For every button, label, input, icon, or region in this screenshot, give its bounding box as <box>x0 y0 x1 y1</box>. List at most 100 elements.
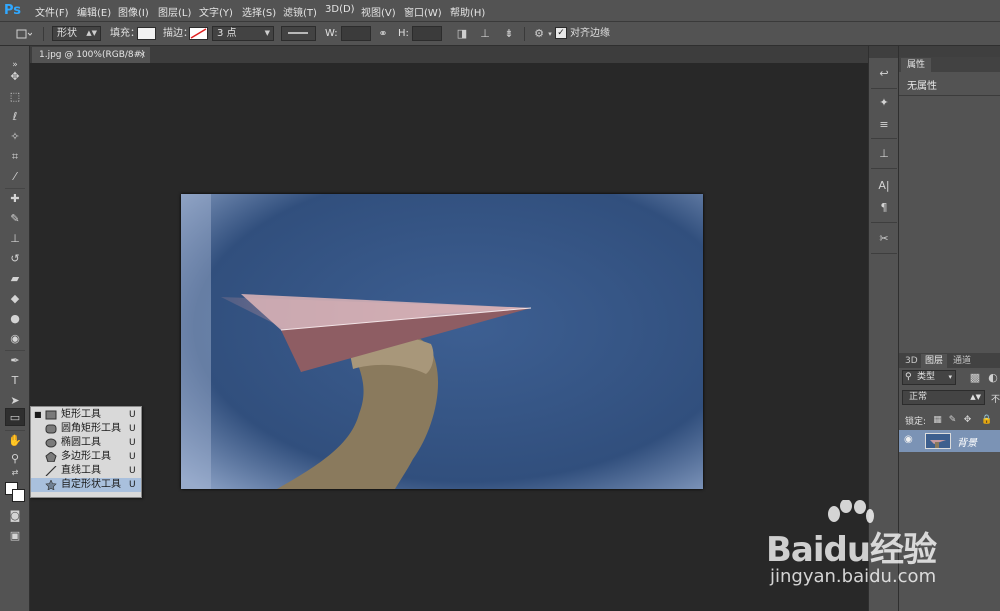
clone-stamp-tool-icon[interactable]: ⊥ <box>5 230 25 248</box>
eyedropper-tool-icon[interactable]: ⁄ <box>5 168 25 186</box>
screen-mode-icon[interactable]: ▣ <box>5 527 25 545</box>
close-icon[interactable]: × <box>138 47 146 63</box>
path-operations-icon[interactable]: ◨ <box>455 27 469 41</box>
lock-transparent-icon[interactable]: ▦ <box>932 413 943 427</box>
baidu-watermark: Baidu经验 jingyan.baidu.com <box>766 500 996 600</box>
ellipse-tool-item[interactable]: 椭圆工具 U <box>31 436 141 450</box>
paint-bucket-tool-icon[interactable]: ◆ <box>5 290 25 308</box>
menu-edit[interactable]: 编辑(E) <box>77 4 111 19</box>
chevron-down-icon[interactable]: ▾ <box>546 27 554 41</box>
brush-tool-icon[interactable]: ✎ <box>5 210 25 228</box>
quick-mask-icon[interactable]: ◙ <box>5 507 25 525</box>
document-tab-bar: 1.jpg @ 100%(RGB/8#) × <box>30 46 868 63</box>
ellipse-icon <box>45 438 57 448</box>
lock-pixels-icon[interactable]: ✎ <box>947 413 958 427</box>
menu-image[interactable]: 图像(I) <box>118 4 149 19</box>
swap-colors-icon[interactable]: ⇄ <box>5 468 25 478</box>
layer-filter-value: 类型 <box>917 372 936 382</box>
clone-source-icon[interactable]: ⊥ <box>873 144 895 164</box>
menu-view[interactable]: 视图(V) <box>361 4 396 19</box>
link-icon[interactable]: ⚭ <box>376 27 390 41</box>
menu-help[interactable]: 帮助(H) <box>450 4 485 19</box>
no-properties-text: 无属性 <box>907 81 937 92</box>
polygon-icon <box>45 452 57 462</box>
quick-selection-tool-icon[interactable]: ✧ <box>5 128 25 146</box>
tools-panel: » ✥ ⬚ ℓ ✧ ⌗ ⁄ ✚ ✎ ⊥ ↺ ▰ ◆ ● ◉ ✒ T ➤ ▭ ✋ … <box>0 46 30 611</box>
menu-select[interactable]: 选择(S) <box>242 4 276 19</box>
layer-row-background[interactable]: ◉ 背景 <box>899 430 1000 452</box>
chevron-down-icon: ▲▼ <box>86 29 97 37</box>
layer-filter-select[interactable]: ⚲ 类型 ▾ <box>902 370 956 385</box>
lock-all-icon[interactable]: 🔒 <box>981 413 992 427</box>
menu-type[interactable]: 文字(Y) <box>199 4 233 19</box>
image-filter-icon[interactable]: ▩ <box>969 371 981 385</box>
brush-panel-icon[interactable]: ≡ <box>873 115 895 135</box>
shape-tools-flyout: ■ 矩形工具 U 圆角矩形工具 U 椭圆工具 U 多边形工具 U 直线工具 U … <box>30 406 142 498</box>
paper-airplane-photo <box>181 194 703 489</box>
menu-layer[interactable]: 图层(L) <box>158 4 191 19</box>
canvas-area[interactable] <box>30 63 868 611</box>
line-tool-item[interactable]: 直线工具 U <box>31 464 141 478</box>
collapse-icon[interactable] <box>869 46 899 58</box>
type-tool-icon[interactable]: T <box>5 372 25 390</box>
rectangle-icon <box>45 410 57 420</box>
tab-layers[interactable]: 图层 <box>921 354 948 368</box>
pen-tool-icon[interactable]: ✒ <box>5 352 25 370</box>
rectangle-tool-icon[interactable]: ▭ <box>5 408 25 426</box>
hand-tool-icon[interactable]: ✋ <box>5 432 25 450</box>
fill-label: 填充： <box>110 28 140 39</box>
rectangle-tool-item[interactable]: ■ 矩形工具 U <box>31 408 141 422</box>
path-alignment-icon[interactable]: ⊥ <box>478 27 492 41</box>
path-arrangement-icon[interactable]: ⇟ <box>501 27 517 41</box>
tool-presets-icon[interactable]: ✂ <box>873 229 895 249</box>
shortcut-key: U <box>129 466 136 476</box>
line-icon <box>45 466 57 476</box>
document-image[interactable] <box>181 194 703 489</box>
layer-thumbnail <box>925 433 951 449</box>
dodge-tool-icon[interactable]: ◉ <box>5 330 25 348</box>
move-tool-icon[interactable]: ✥ <box>5 68 25 86</box>
rounded-rectangle-tool-item[interactable]: 圆角矩形工具 U <box>31 422 141 436</box>
menu-file[interactable]: 文件(F) <box>35 4 69 19</box>
polygon-tool-label: 多边形工具 <box>61 451 111 462</box>
stroke-type-select[interactable] <box>281 26 316 41</box>
character-panel-icon[interactable]: A| <box>873 176 895 196</box>
lasso-tool-icon[interactable]: ℓ <box>5 108 25 126</box>
gear-icon[interactable]: ⚙ <box>532 27 546 41</box>
paragraph-panel-icon[interactable]: ¶ <box>873 198 895 218</box>
tab-3d[interactable]: 3D <box>901 354 922 368</box>
options-bar: 形状 ▲▼ 填充： 描边： 3 点 ▼ W: ⚭ H: ◨ ⊥ ⇟ ⚙ ▾ ✓ … <box>0 22 1000 46</box>
stroke-size-value: 3 点 <box>217 28 237 39</box>
tool-mode-select[interactable]: 形状 ▲▼ <box>52 26 101 41</box>
height-input[interactable] <box>412 26 442 41</box>
marquee-tool-icon[interactable]: ⬚ <box>5 88 25 106</box>
collapse-icon[interactable] <box>899 46 1000 57</box>
blur-tool-icon[interactable]: ● <box>5 310 25 328</box>
tool-preset-picker[interactable] <box>14 27 33 45</box>
history-brush-tool-icon[interactable]: ↺ <box>5 250 25 268</box>
tab-properties[interactable]: 属性 <box>901 58 932 72</box>
width-input[interactable] <box>341 26 371 41</box>
background-color-swatch[interactable] <box>12 489 25 502</box>
blend-mode-select[interactable]: 正常 ▲▼ <box>902 390 985 405</box>
eye-icon[interactable]: ◉ <box>904 434 913 445</box>
stroke-size-select[interactable]: 3 点 ▼ <box>212 26 274 41</box>
adjustment-filter-icon[interactable]: ◐ <box>987 371 999 385</box>
custom-shape-tool-item[interactable]: 自定形状工具 U <box>31 478 141 492</box>
zoom-tool-icon[interactable]: ⚲ <box>5 450 25 468</box>
eraser-tool-icon[interactable]: ▰ <box>5 270 25 288</box>
fill-color-swatch[interactable] <box>137 27 156 40</box>
tab-channels[interactable]: 通道 <box>949 354 975 368</box>
brush-presets-icon[interactable]: ✦ <box>873 93 895 113</box>
align-edges-checkbox[interactable]: ✓ <box>555 27 567 39</box>
lock-position-icon[interactable]: ✥ <box>962 413 973 427</box>
spot-healing-tool-icon[interactable]: ✚ <box>5 190 25 208</box>
menu-3d[interactable]: 3D(D) <box>325 4 355 18</box>
menu-filter[interactable]: 滤镜(T) <box>283 4 317 19</box>
stroke-color-swatch[interactable] <box>189 27 208 40</box>
polygon-tool-item[interactable]: 多边形工具 U <box>31 450 141 464</box>
history-icon[interactable]: ↩ <box>873 64 895 84</box>
menu-window[interactable]: 窗口(W) <box>404 4 442 19</box>
crop-tool-icon[interactable]: ⌗ <box>5 148 25 166</box>
document-tab[interactable]: 1.jpg @ 100%(RGB/8#) × <box>32 47 150 63</box>
